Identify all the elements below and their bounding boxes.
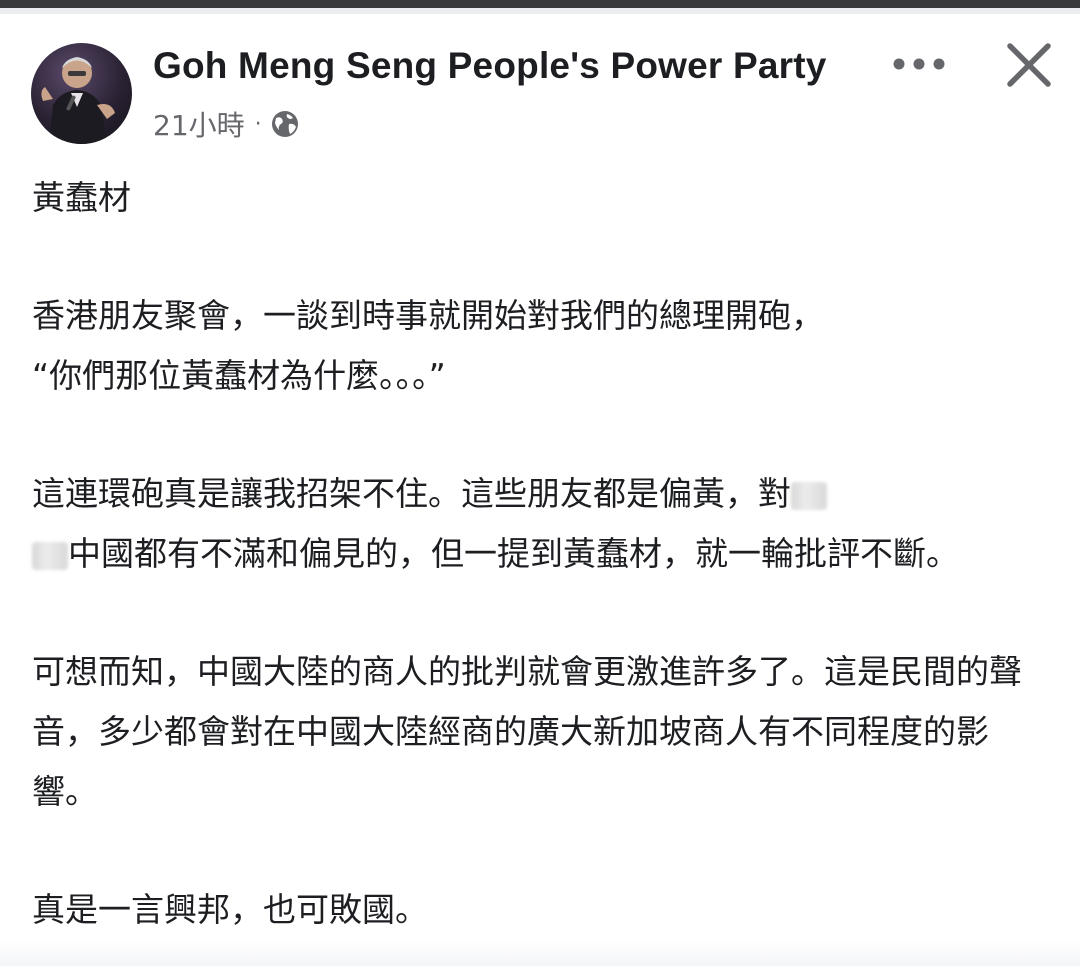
author-avatar[interactable] <box>31 43 132 144</box>
post-paragraph-2: 這連環砲真是讓我招架不住。這些朋友都是偏黃，對 中國都有不滿和偏見的，但一提到黃… <box>32 464 1032 584</box>
post-body: 黃蠢材 香港朋友聚會，一談到時事就開始對我們的總理開砲， “你們那位黃蠢材為什麼… <box>32 168 1032 940</box>
meta-separator: · <box>254 111 262 137</box>
paragraph-2-text-b: 中國都有不滿和偏見的，但一提到黃蠢材，就一輪批評不斷。 <box>68 534 959 573</box>
globe-icon[interactable] <box>270 109 300 139</box>
post-paragraph-1: 香港朋友聚會，一談到時事就開始對我們的總理開砲， “你們那位黃蠢材為什麼。。。” <box>32 286 1032 406</box>
post-timestamp[interactable]: 21小時 <box>153 104 245 144</box>
more-horizontal-icon <box>893 58 945 70</box>
more-options-button[interactable] <box>884 44 954 84</box>
redacted-text <box>32 541 68 570</box>
post-meta: 21小時 · <box>153 104 300 144</box>
author-name[interactable]: Goh Meng Seng People's Power Party <box>153 42 827 90</box>
avatar-photo <box>41 57 115 144</box>
close-button[interactable] <box>1000 36 1058 94</box>
redacted-text <box>791 481 827 510</box>
paragraph-1-text-b: 總理開砲， <box>659 296 824 335</box>
paragraph-1-quote: “你們那位黃蠢材為什麼。。。” <box>32 356 446 395</box>
paragraph-2-text-a: 這連環砲真是讓我招架不住。這些朋友都是偏黃，對 <box>32 474 791 513</box>
status-bar-strip <box>0 0 1080 8</box>
paragraph-1-text-a: 香港朋友聚會，一談到時事就開始對我們的 <box>32 296 659 335</box>
post-header: Goh Meng Seng People's Power Party 21小時 … <box>0 14 1080 154</box>
bottom-fade <box>0 940 1080 966</box>
post-paragraph-4: 真是一言興邦，也可敗國。 <box>32 890 428 929</box>
close-icon <box>1007 43 1051 87</box>
post-paragraph-3: 可想而知，中國大陸的商人的批判就會更激進許多了。這是民間的聲音，多少都會對在中國… <box>32 652 1022 811</box>
post-paragraph-title: 黃蠢材 <box>32 178 131 217</box>
